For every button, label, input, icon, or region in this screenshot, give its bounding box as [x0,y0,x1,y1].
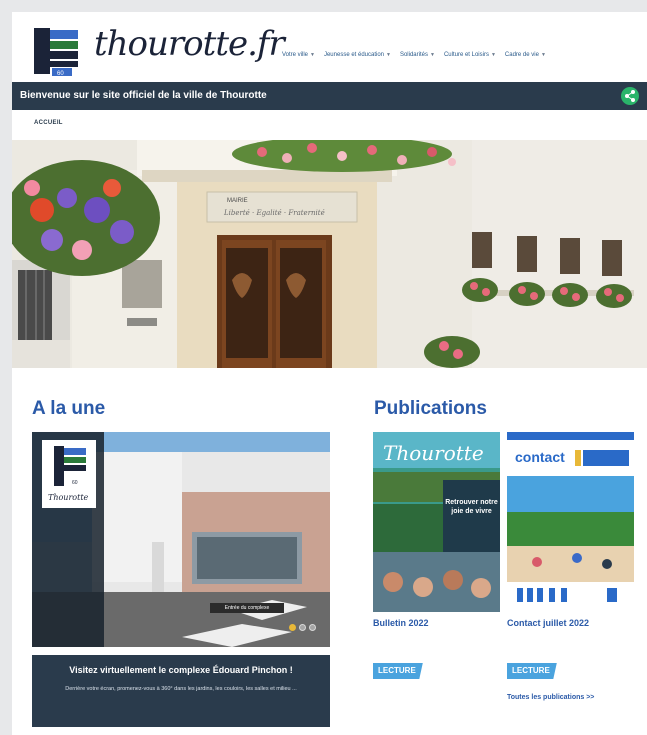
carousel-dots [289,624,316,631]
site-logo-text[interactable]: thourotte.fr [94,24,285,64]
carousel-dot[interactable] [309,624,316,631]
feature-headline[interactable]: Visitez virtuellement le complexe Édouar… [32,665,330,675]
caret-down-icon: ▼ [386,52,391,58]
nav-label: Votre ville [282,52,309,58]
publication-title-contact[interactable]: Contact juillet 2022 [507,618,589,628]
caret-down-icon: ▼ [429,52,435,58]
feature-caption[interactable]: Visitez virtuellement le complexe Édouar… [32,655,330,727]
svg-text:contact: contact [515,449,565,465]
caret-down-icon: ▼ [540,52,546,58]
lecture-button-bulletin[interactable]: LECTURE [373,663,423,679]
nav-label: Jeunesse et éducation [323,52,385,58]
publication-title-bulletin[interactable]: Bulletin 2022 [373,618,429,628]
main-nav: Votre ville ▼ Jeunesse et éducation ▼ Soli… [282,48,546,62]
share-button[interactable] [621,87,639,105]
virtual-tour-viewer[interactable]: 60 Thourotte Entrée du complexe [32,432,330,647]
bulletin-cover: Thourotte Retrouver notre joie de vivre [373,432,500,612]
welcome-bar: Bienvenue sur le site officiel de la vil… [12,82,647,110]
page: 60 thourotte.fr Votre ville ▼ Jeunesse et… [12,12,647,735]
section-title-a-la-une: A la une [32,398,106,419]
svg-text:Liberté · Egalité · Fraternité: Liberté · Egalité · Fraternité [223,209,325,217]
lecture-button-contact[interactable]: LECTURE [507,663,557,679]
svg-text:60: 60 [57,71,64,77]
carousel-dot[interactable] [299,624,306,631]
svg-text:Thourotte: Thourotte [383,441,484,465]
nav-item-culture[interactable]: Culture et Loisirs ▼ [444,48,496,62]
nav-item-solidarites[interactable]: Solidarités ▼ [400,48,435,62]
publication-cover-bulletin[interactable]: Thourotte Retrouver notre joie de vivre [373,432,500,612]
hero-image: MAIRIE Liberté · Egalité · Fraternité [12,140,647,368]
svg-text:60: 60 [72,480,78,486]
nav-label: Solidarités [399,52,428,58]
svg-text:MAIRIE: MAIRIE [227,198,248,204]
logo-icon[interactable]: 60 [32,26,80,78]
nav-item-cadre-de-vie[interactable]: Cadre de vie ▼ [505,48,546,62]
nav-item-jeunesse[interactable]: Jeunesse et éducation ▼ [324,48,391,62]
tour-location-label: Entrée du complexe [210,603,284,613]
share-icon [625,90,635,102]
contact-cover: contact [507,432,634,612]
town-hall-photo: MAIRIE Liberté · Egalité · Fraternité [12,140,647,368]
cover-tagline: Retrouver notre joie de vivre [445,499,498,515]
caret-down-icon: ▼ [310,52,315,58]
section-title-publications: Publications [374,398,487,419]
breadcrumb[interactable]: ACCUEIL [34,120,63,126]
welcome-text: Bienvenue sur le site officiel de la vil… [20,90,267,101]
nav-label: Cadre de vie [504,52,539,58]
tour-menu: 60 Thourotte [32,432,104,647]
thourotte-logo-icon: 60 Thourotte [42,440,96,508]
caret-down-icon: ▼ [490,52,496,58]
svg-text:Thourotte: Thourotte [48,493,89,502]
feature-description: Derrière votre écran, promenez-vous à 36… [65,686,297,692]
all-publications-link[interactable]: Toutes les publications >> [507,693,597,702]
publication-cover-contact[interactable]: contact [507,432,634,612]
nav-label: Culture et Loisirs [443,52,489,58]
site-header: 60 thourotte.fr Votre ville ▼ Jeunesse et… [12,12,647,82]
nav-item-votre-ville[interactable]: Votre ville ▼ [282,48,315,62]
carousel-dot-active[interactable] [289,624,296,631]
